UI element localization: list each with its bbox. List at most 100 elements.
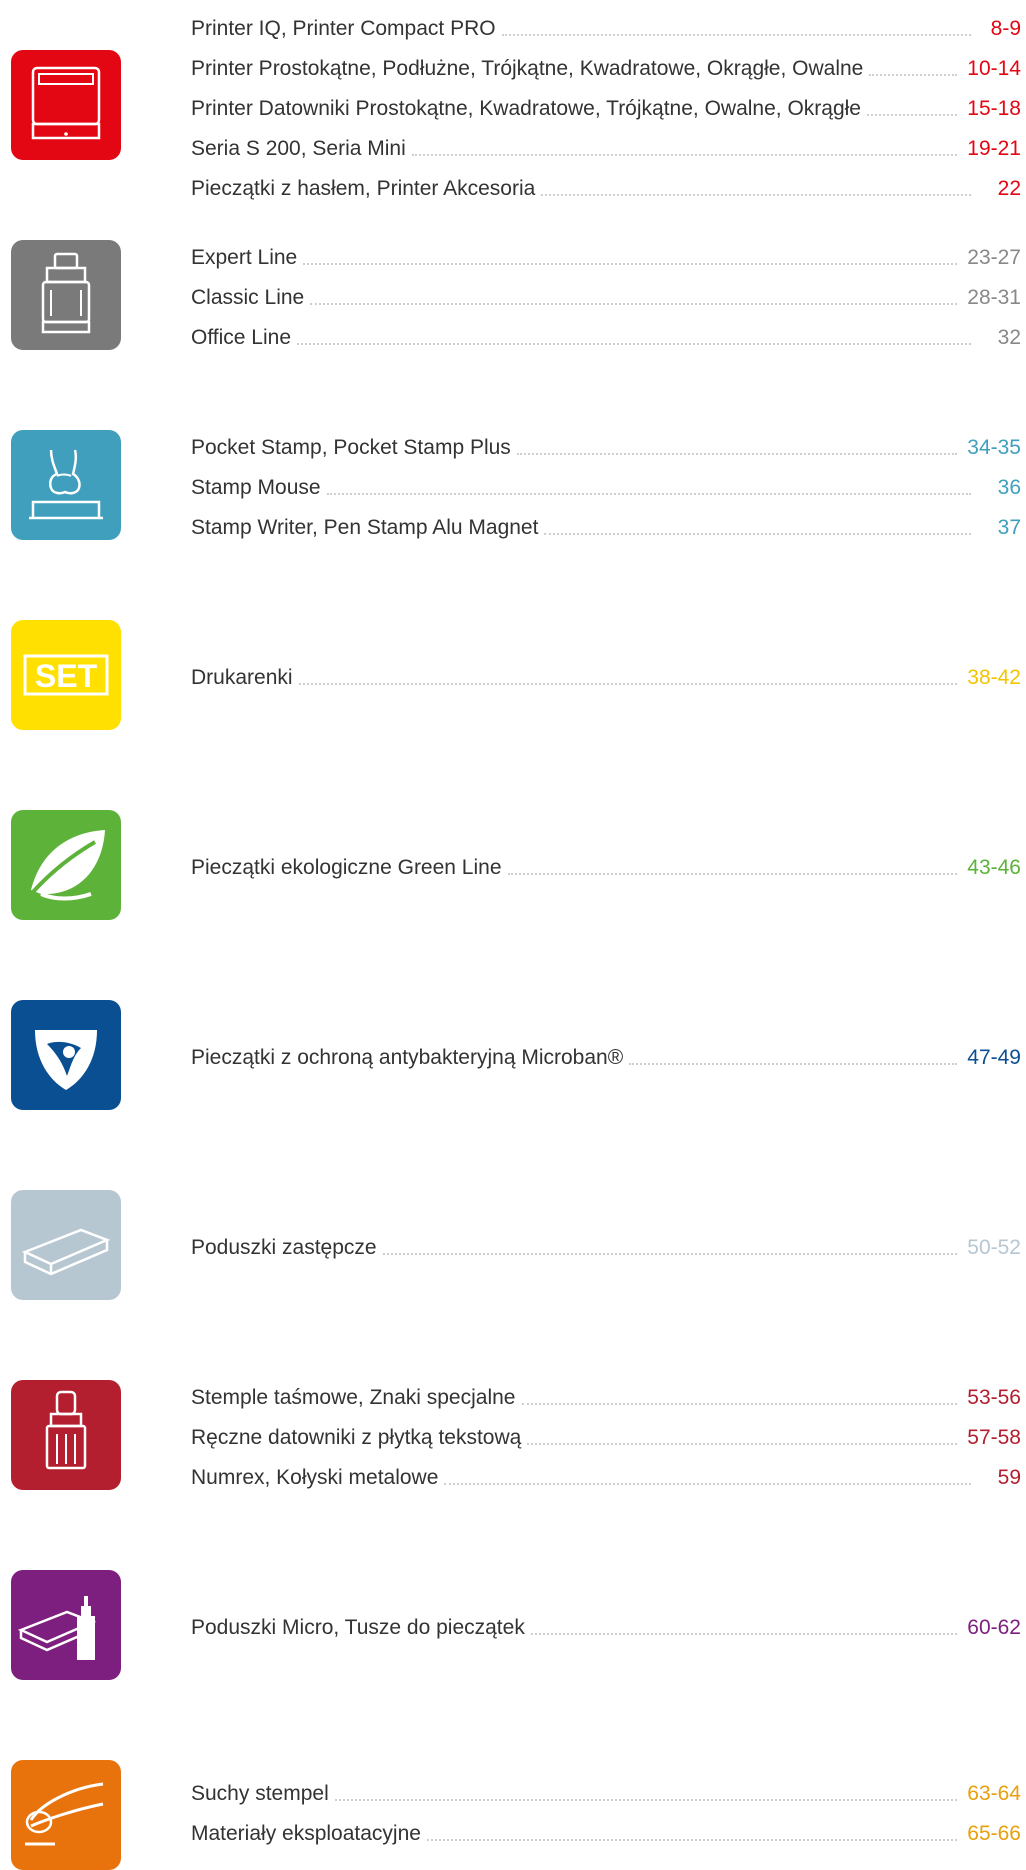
entry-title: Poduszki Micro, Tusze do pieczątek <box>191 1616 525 1639</box>
microban-shield-icon <box>35 1030 97 1090</box>
leader-dots <box>516 453 958 455</box>
stamp-pad-icon <box>21 1228 111 1276</box>
entry-pages: 47-49 <box>967 1046 1021 1069</box>
toc-entry[interactable]: Printer IQ, Printer Compact PRO 8-9 <box>191 9 1021 49</box>
leader-dots <box>521 1403 958 1405</box>
entry-pages: 22 <box>997 177 1021 200</box>
leader-dots <box>303 263 958 265</box>
toc-entry[interactable]: Ręczne datowniki z płytką tekstową 57-58 <box>191 1418 1021 1458</box>
leader-dots <box>541 194 971 196</box>
toc-entry[interactable]: Pieczątki ekologiczne Green Line 43-46 <box>191 848 1021 888</box>
leader-dots <box>382 1253 958 1255</box>
section-tile <box>11 1570 121 1680</box>
leader-dots <box>298 683 958 685</box>
entry-title: Printer Datowniki Prostokątne, Kwadratow… <box>191 97 861 120</box>
entry-pages: 34-35 <box>967 436 1021 459</box>
section-tile <box>11 1760 121 1870</box>
toc-entry[interactable]: Expert Line 23-27 <box>191 238 1021 278</box>
entry-title: Expert Line <box>191 246 298 269</box>
toc-entry[interactable]: Drukarenki 38-42 <box>191 658 1021 698</box>
toc-entry[interactable]: Materiały eksploatacyjne 65-66 <box>191 1814 1021 1854</box>
entry-title: Stemple taśmowe, Znaki specjalne <box>191 1386 516 1409</box>
entry-pages: 32 <box>997 326 1021 349</box>
ink-pad-bottle-icon <box>17 1596 97 1660</box>
leader-dots <box>334 1799 958 1801</box>
entry-title: Stamp Writer, Pen Stamp Alu Magnet <box>191 516 539 539</box>
entry-pages: 8-9 <box>990 17 1021 40</box>
leader-dots <box>411 154 958 156</box>
entry-pages: 65-66 <box>967 1822 1021 1845</box>
entry-title: Office Line <box>191 326 292 349</box>
entry-title: Classic Line <box>191 286 305 309</box>
leader-dots <box>507 873 958 875</box>
leader-dots <box>527 1443 958 1445</box>
leader-dots <box>326 493 971 495</box>
section-tile <box>11 1190 121 1300</box>
band-stamp-icon <box>45 1390 87 1470</box>
toc-entry[interactable]: Numrex, Kołyski metalowe 59 <box>191 1458 1021 1498</box>
entry-title: Pieczątki ekologiczne Green Line <box>191 856 502 879</box>
entry-title: Suchy stempel <box>191 1782 329 1805</box>
entry-title: Pieczątki z hasłem, Printer Akcesoria <box>191 177 536 200</box>
self-inking-printer-icon <box>31 66 101 140</box>
entry-pages: 50-52 <box>967 1236 1021 1259</box>
entry-title: Seria S 200, Seria Mini <box>191 137 406 160</box>
entry-pages: 28-31 <box>967 286 1021 309</box>
entry-pages: 63-64 <box>967 1782 1021 1805</box>
toc-entry[interactable]: Stamp Writer, Pen Stamp Alu Magnet 37 <box>191 508 1021 548</box>
entry-title: Pocket Stamp, Pocket Stamp Plus <box>191 436 511 459</box>
leader-dots <box>629 1063 958 1065</box>
entry-title: Ręczne datowniki z płytką tekstową <box>191 1426 522 1449</box>
section-tile <box>11 240 121 350</box>
toc-entry[interactable]: Pieczątki z ochroną antybakteryjną Micro… <box>191 1038 1021 1078</box>
section-tile <box>11 430 121 540</box>
leader-dots <box>297 343 971 345</box>
toc-entry[interactable]: Printer Datowniki Prostokątne, Kwadratow… <box>191 89 1021 129</box>
leader-dots <box>869 74 958 76</box>
hand-stamp-icon <box>29 449 103 520</box>
toc-entry[interactable]: Printer Prostokątne, Podłużne, Trójkątne… <box>191 49 1021 89</box>
entry-pages: 60-62 <box>967 1616 1021 1639</box>
section-tile <box>11 810 121 920</box>
leader-dots <box>426 1839 958 1841</box>
toc-entry[interactable]: Pocket Stamp, Pocket Stamp Plus 34-35 <box>191 428 1021 468</box>
toc-entry[interactable]: Classic Line 28-31 <box>191 278 1021 318</box>
entry-title: Stamp Mouse <box>191 476 321 499</box>
entry-title: Materiały eksploatacyjne <box>191 1822 421 1845</box>
toc-entry[interactable]: Office Line 32 <box>191 318 1021 358</box>
set-icon-text: SET <box>35 658 98 694</box>
leader-dots <box>310 303 958 305</box>
entry-pages: 57-58 <box>967 1426 1021 1449</box>
entry-title: Numrex, Kołyski metalowe <box>191 1466 439 1489</box>
professional-stamp-icon <box>41 252 91 334</box>
entry-pages: 38-42 <box>967 666 1021 689</box>
entry-pages: 37 <box>997 516 1021 539</box>
toc-entry[interactable]: Poduszki Micro, Tusze do pieczątek 60-62 <box>191 1608 1021 1648</box>
leader-dots <box>444 1483 971 1485</box>
section-tile: SET <box>11 620 121 730</box>
toc-entry[interactable]: Suchy stempel 63-64 <box>191 1774 1021 1814</box>
toc-entry[interactable]: Seria S 200, Seria Mini 19-21 <box>191 129 1021 169</box>
leader-dots <box>501 34 971 36</box>
embosser-icon <box>25 1782 104 1846</box>
entry-title: Poduszki zastępcze <box>191 1236 377 1259</box>
toc-entry[interactable]: Poduszki zastępcze 50-52 <box>191 1228 1021 1268</box>
toc-entry[interactable]: Stemple taśmowe, Znaki specjalne 53-56 <box>191 1378 1021 1418</box>
leader-dots <box>544 533 971 535</box>
toc-entry[interactable]: Pieczątki z hasłem, Printer Akcesoria 22 <box>191 169 1021 209</box>
section-tile <box>11 50 121 160</box>
leaf-icon <box>31 830 105 901</box>
entry-title: Printer IQ, Printer Compact PRO <box>191 17 496 40</box>
entry-title: Printer Prostokątne, Podłużne, Trójkątne… <box>191 57 864 80</box>
entry-title: Pieczątki z ochroną antybakteryjną Micro… <box>191 1046 624 1069</box>
toc-entry[interactable]: Stamp Mouse 36 <box>191 468 1021 508</box>
entry-title: Drukarenki <box>191 666 293 689</box>
set-icon: SET <box>23 654 109 696</box>
entry-pages: 15-18 <box>967 97 1021 120</box>
entry-pages: 23-27 <box>967 246 1021 269</box>
entry-pages: 53-56 <box>967 1386 1021 1409</box>
entry-pages: 43-46 <box>967 856 1021 879</box>
entry-pages: 36 <box>997 476 1021 499</box>
leader-dots <box>530 1633 958 1635</box>
entry-pages: 19-21 <box>967 137 1021 160</box>
